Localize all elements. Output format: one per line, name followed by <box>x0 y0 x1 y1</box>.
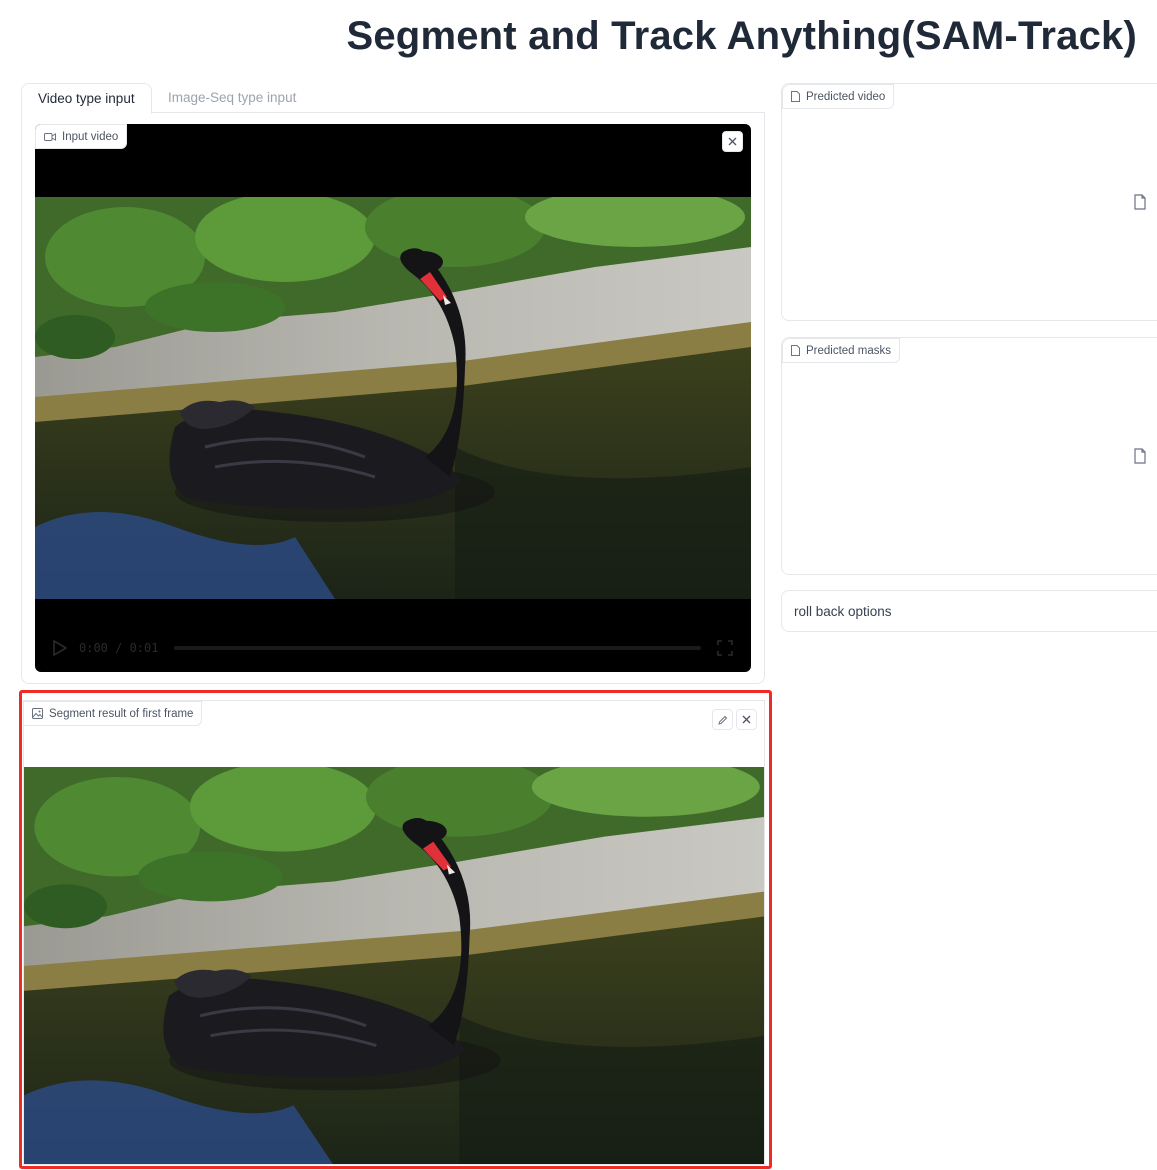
tab-image-seq-type-input[interactable]: Image-Seq type input <box>152 83 312 114</box>
segment-result-label: Segment result of first frame <box>23 701 203 726</box>
close-icon <box>728 137 737 146</box>
tab-bar: Video type input Image-Seq type input <box>21 83 765 114</box>
input-tabs: Video type input Image-Seq type input <box>21 83 765 114</box>
file-icon <box>1134 448 1146 464</box>
clear-input-video-button[interactable] <box>722 131 743 152</box>
pencil-icon <box>717 715 727 725</box>
page-title: Segment and Track Anything(SAM-Track) <box>346 14 1137 58</box>
predicted-video-label: Predicted video <box>782 84 895 109</box>
swan-segment-image <box>24 767 764 1164</box>
segment-result-label-text: Segment result of first frame <box>49 707 194 720</box>
edit-segment-button[interactable] <box>712 709 733 730</box>
video-icon <box>44 132 56 141</box>
clear-segment-button[interactable] <box>736 709 757 730</box>
predicted-masks-panel[interactable] <box>781 337 1157 575</box>
file-icon <box>791 345 800 356</box>
predicted-video-label-text: Predicted video <box>806 90 886 103</box>
image-icon <box>32 708 43 719</box>
video-frame <box>35 197 751 599</box>
swan-scene-image <box>35 197 751 599</box>
video-controls: 0:00 / 0:01 <box>35 624 751 672</box>
tab-video-type-input[interactable]: Video type input <box>21 83 152 114</box>
close-icon <box>742 715 751 724</box>
file-icon <box>791 91 800 102</box>
fullscreen-icon[interactable] <box>717 640 733 656</box>
video-progress-bar[interactable] <box>174 646 701 650</box>
rollback-options-accordion[interactable]: roll back options <box>781 590 1157 632</box>
predicted-masks-label-text: Predicted masks <box>806 344 892 357</box>
play-icon[interactable] <box>53 640 67 656</box>
file-icon <box>1134 194 1146 210</box>
input-video-label: Input video <box>35 124 128 149</box>
video-time-display: 0:00 / 0:01 <box>79 641 159 655</box>
input-video-player[interactable]: 0:00 / 0:01 <box>35 124 751 672</box>
segment-result-image <box>24 767 764 1164</box>
predicted-video-panel[interactable] <box>781 83 1157 321</box>
segment-result-panel[interactable] <box>23 700 765 1165</box>
rollback-options-label: roll back options <box>794 604 892 619</box>
input-video-label-text: Input video <box>62 130 119 143</box>
predicted-masks-label: Predicted masks <box>782 338 901 363</box>
